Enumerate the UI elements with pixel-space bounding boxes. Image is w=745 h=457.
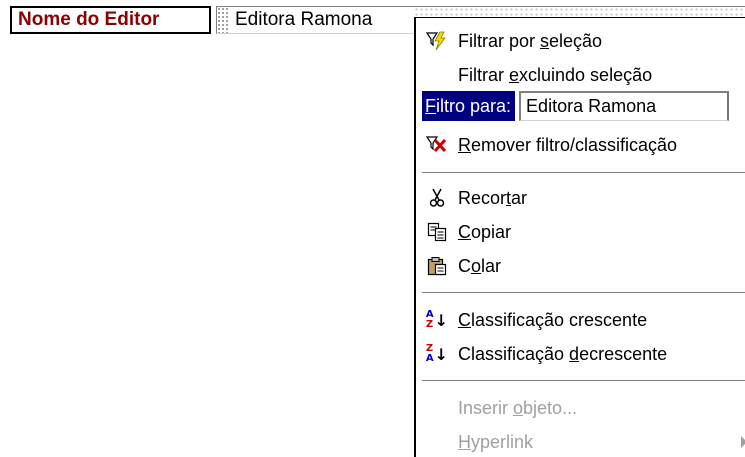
submenu-arrow-icon — [741, 436, 745, 448]
remove-filter-icon — [416, 128, 458, 162]
menu-item-copy[interactable]: Copiar — [416, 215, 745, 249]
menu-item-cut[interactable]: Recortar — [416, 181, 745, 215]
menu-item-insert-object[interactable]: Inserir objeto... — [416, 391, 745, 425]
menu-item-paste[interactable]: Colar — [416, 249, 745, 283]
paste-icon — [416, 249, 458, 283]
menu-item-sort-ascending[interactable]: A Z ↓ Classificação crescente — [416, 303, 745, 337]
menu-item-filter-excluding-selection[interactable]: Filtrar excluindo seleção — [416, 58, 745, 92]
context-menu: Filtrar por seleção Filtrar excluindo se… — [414, 17, 745, 457]
menu-item-remove-filter[interactable]: Remover filtro/classificação — [416, 128, 745, 162]
menu-item-sort-descending[interactable]: Z A ↓ Classificação decrescente — [416, 337, 745, 371]
field-grip — [217, 7, 229, 33]
menu-separator — [422, 292, 745, 294]
filter-for-input[interactable] — [519, 91, 730, 121]
field-label-publisher-name: Nome do Editor — [10, 6, 211, 34]
sort-descending-icon: Z A ↓ — [425, 343, 449, 364]
form-view: Nome do Editor Editora Ramona Filtrar po… — [0, 0, 745, 457]
filter-for-label: Filtro para: — [422, 91, 516, 121]
menu-item-hyperlink[interactable]: Hyperlink — [416, 425, 745, 457]
scissors-icon — [416, 181, 458, 215]
menu-item-filter-for[interactable]: Filtro para: — [422, 90, 745, 122]
menu-separator — [422, 380, 745, 382]
filter-lightning-icon — [416, 24, 458, 58]
menu-separator — [422, 172, 745, 174]
copy-icon — [416, 215, 458, 249]
menu-item-filter-by-selection[interactable]: Filtrar por seleção — [416, 24, 745, 58]
publisher-name-field[interactable]: Editora Ramona — [216, 6, 416, 34]
sort-ascending-icon: A Z ↓ — [425, 309, 449, 330]
publisher-name-value: Editora Ramona — [235, 9, 373, 30]
